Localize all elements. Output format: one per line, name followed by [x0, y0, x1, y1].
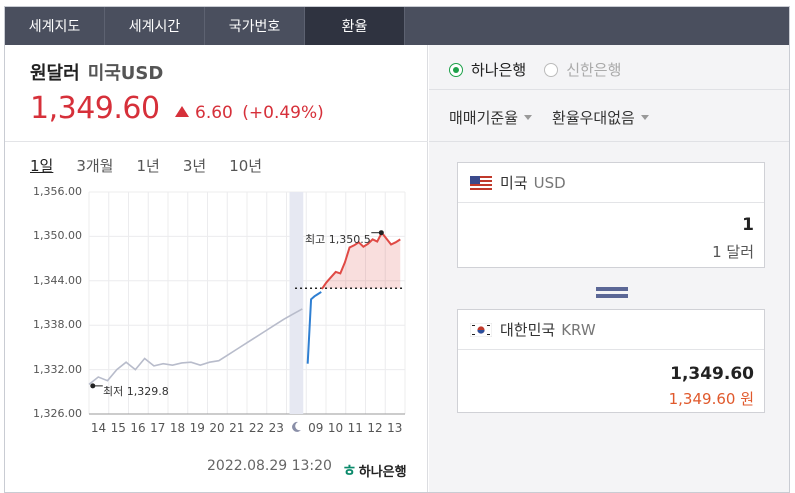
to-amount-text: 1,349.60 원: [668, 390, 754, 408]
tab-world-map[interactable]: 세계지도: [5, 7, 105, 45]
up-triangle-icon: [175, 106, 189, 117]
bank-radio-shinhan[interactable]: 신한은행: [544, 59, 621, 80]
tab-country-code[interactable]: 국가번호: [205, 7, 305, 45]
x-tick-label: 22: [248, 421, 265, 435]
tab-world-time[interactable]: 세계시간: [105, 7, 205, 45]
low-annotation: 최저 1,329.8: [103, 385, 169, 398]
from-currency-box: 미국 USD 1 1 달러: [457, 162, 765, 268]
bank-radio-hana[interactable]: 하나은행: [449, 59, 526, 80]
period-selector: 1일 3개월 1년 3년 10년: [30, 155, 285, 176]
kr-flag-icon: [470, 322, 492, 337]
rate-change: 6.60 (+0.49%): [175, 103, 324, 123]
x-tick-label: 16: [130, 421, 146, 435]
divider: [5, 141, 428, 142]
us-flag-icon: [470, 175, 492, 190]
caret-down-icon: [524, 115, 533, 120]
rate-chart[interactable]: [5, 185, 428, 425]
to-currency-select[interactable]: 대한민국 KRW: [458, 310, 764, 350]
period-10y[interactable]: 10년: [229, 155, 262, 176]
from-amount-input[interactable]: 1: [742, 215, 754, 235]
equals-icon: [596, 287, 628, 291]
x-tick-label: 17: [150, 421, 166, 435]
previous-days-line: [88, 308, 303, 386]
bank-label: 하나은행: [471, 61, 527, 79]
exchange-rate-widget: 세계지도 세계시간 국가번호 환율 원달러 미국USD 1,349.60 6.60…: [4, 6, 790, 493]
equals-icon-bottom: [596, 294, 628, 298]
hana-bank-logo-icon: ㅎ: [342, 461, 357, 480]
period-3y[interactable]: 3년: [183, 155, 206, 176]
rate-options: 매매기준율 환율우대없음: [449, 107, 649, 128]
current-rate: 1,349.60: [30, 91, 160, 126]
divider: [429, 89, 789, 90]
from-amount-text: 1 달러: [712, 243, 754, 261]
caret-down-icon: [640, 115, 649, 120]
timestamp: 2022.08.29 13:20: [207, 458, 332, 474]
from-country: 미국: [500, 174, 528, 192]
x-tick-label: 20: [209, 421, 225, 435]
x-tick-label: 14: [90, 421, 107, 435]
from-code: USD: [533, 173, 566, 192]
period-1y[interactable]: 1년: [137, 155, 160, 176]
converter-panel: 하나은행 신한은행 매매기준율 환율우대없음 미국 USD 1 1 달러 대한민…: [429, 45, 789, 492]
high-annotation: 최고 1,350.5: [305, 233, 371, 246]
tab-exchange-rate[interactable]: 환율: [305, 7, 405, 45]
title-text: 원달러: [30, 63, 80, 84]
x-tick-label: 10: [327, 421, 344, 435]
period-1d[interactable]: 1일: [30, 155, 53, 176]
bank-logo-text: 하나은행: [358, 465, 407, 480]
to-amount-input[interactable]: 1,349.60: [670, 364, 754, 384]
x-tick-label: 23: [268, 421, 284, 435]
preference-dropdown[interactable]: 환율우대없음: [552, 107, 649, 128]
divider: [429, 141, 789, 142]
tab-bar: 세계지도 세계시간 국가번호 환율: [5, 7, 789, 45]
bank-selector: 하나은행 신한은행: [449, 59, 621, 80]
x-tick-label: 13: [387, 421, 403, 435]
title-currency: 미국USD: [87, 63, 164, 84]
bank-label: 신한은행: [566, 61, 622, 79]
dropdown-label: 환율우대없음: [552, 109, 635, 127]
opening-line: [306, 291, 322, 364]
x-tick-label: 11: [347, 421, 363, 435]
radio-unchecked-icon: [544, 62, 559, 77]
x-tick-label: 21: [229, 421, 245, 435]
page-title: 원달러 미국USD: [30, 59, 163, 85]
x-tick-label: 19: [189, 421, 205, 435]
bank-logo: ㅎ 하나은행: [342, 457, 407, 481]
x-tick-label: 09: [308, 421, 324, 435]
to-code: KRW: [561, 320, 596, 339]
rate-type-dropdown[interactable]: 매매기준율: [449, 107, 533, 128]
change-value: 6.60: [195, 103, 233, 123]
moon-icon: [290, 421, 302, 436]
to-currency-box: 대한민국 KRW 1,349.60 1,349.60 원: [457, 309, 765, 413]
x-tick-label: 18: [169, 421, 186, 435]
period-3m[interactable]: 3개월: [76, 155, 113, 176]
overnight-band: [289, 192, 304, 414]
x-tick-label: 15: [110, 421, 126, 435]
to-country: 대한민국: [500, 321, 556, 339]
from-currency-select[interactable]: 미국 USD: [458, 163, 764, 203]
change-percent: (+0.49%): [242, 103, 324, 123]
dropdown-label: 매매기준율: [449, 109, 519, 127]
radio-checked-icon: [449, 62, 463, 77]
rate-panel: 원달러 미국USD 1,349.60 6.60 (+0.49%) 1일 3개월 1…: [5, 45, 428, 492]
x-tick-label: 12: [367, 421, 383, 435]
